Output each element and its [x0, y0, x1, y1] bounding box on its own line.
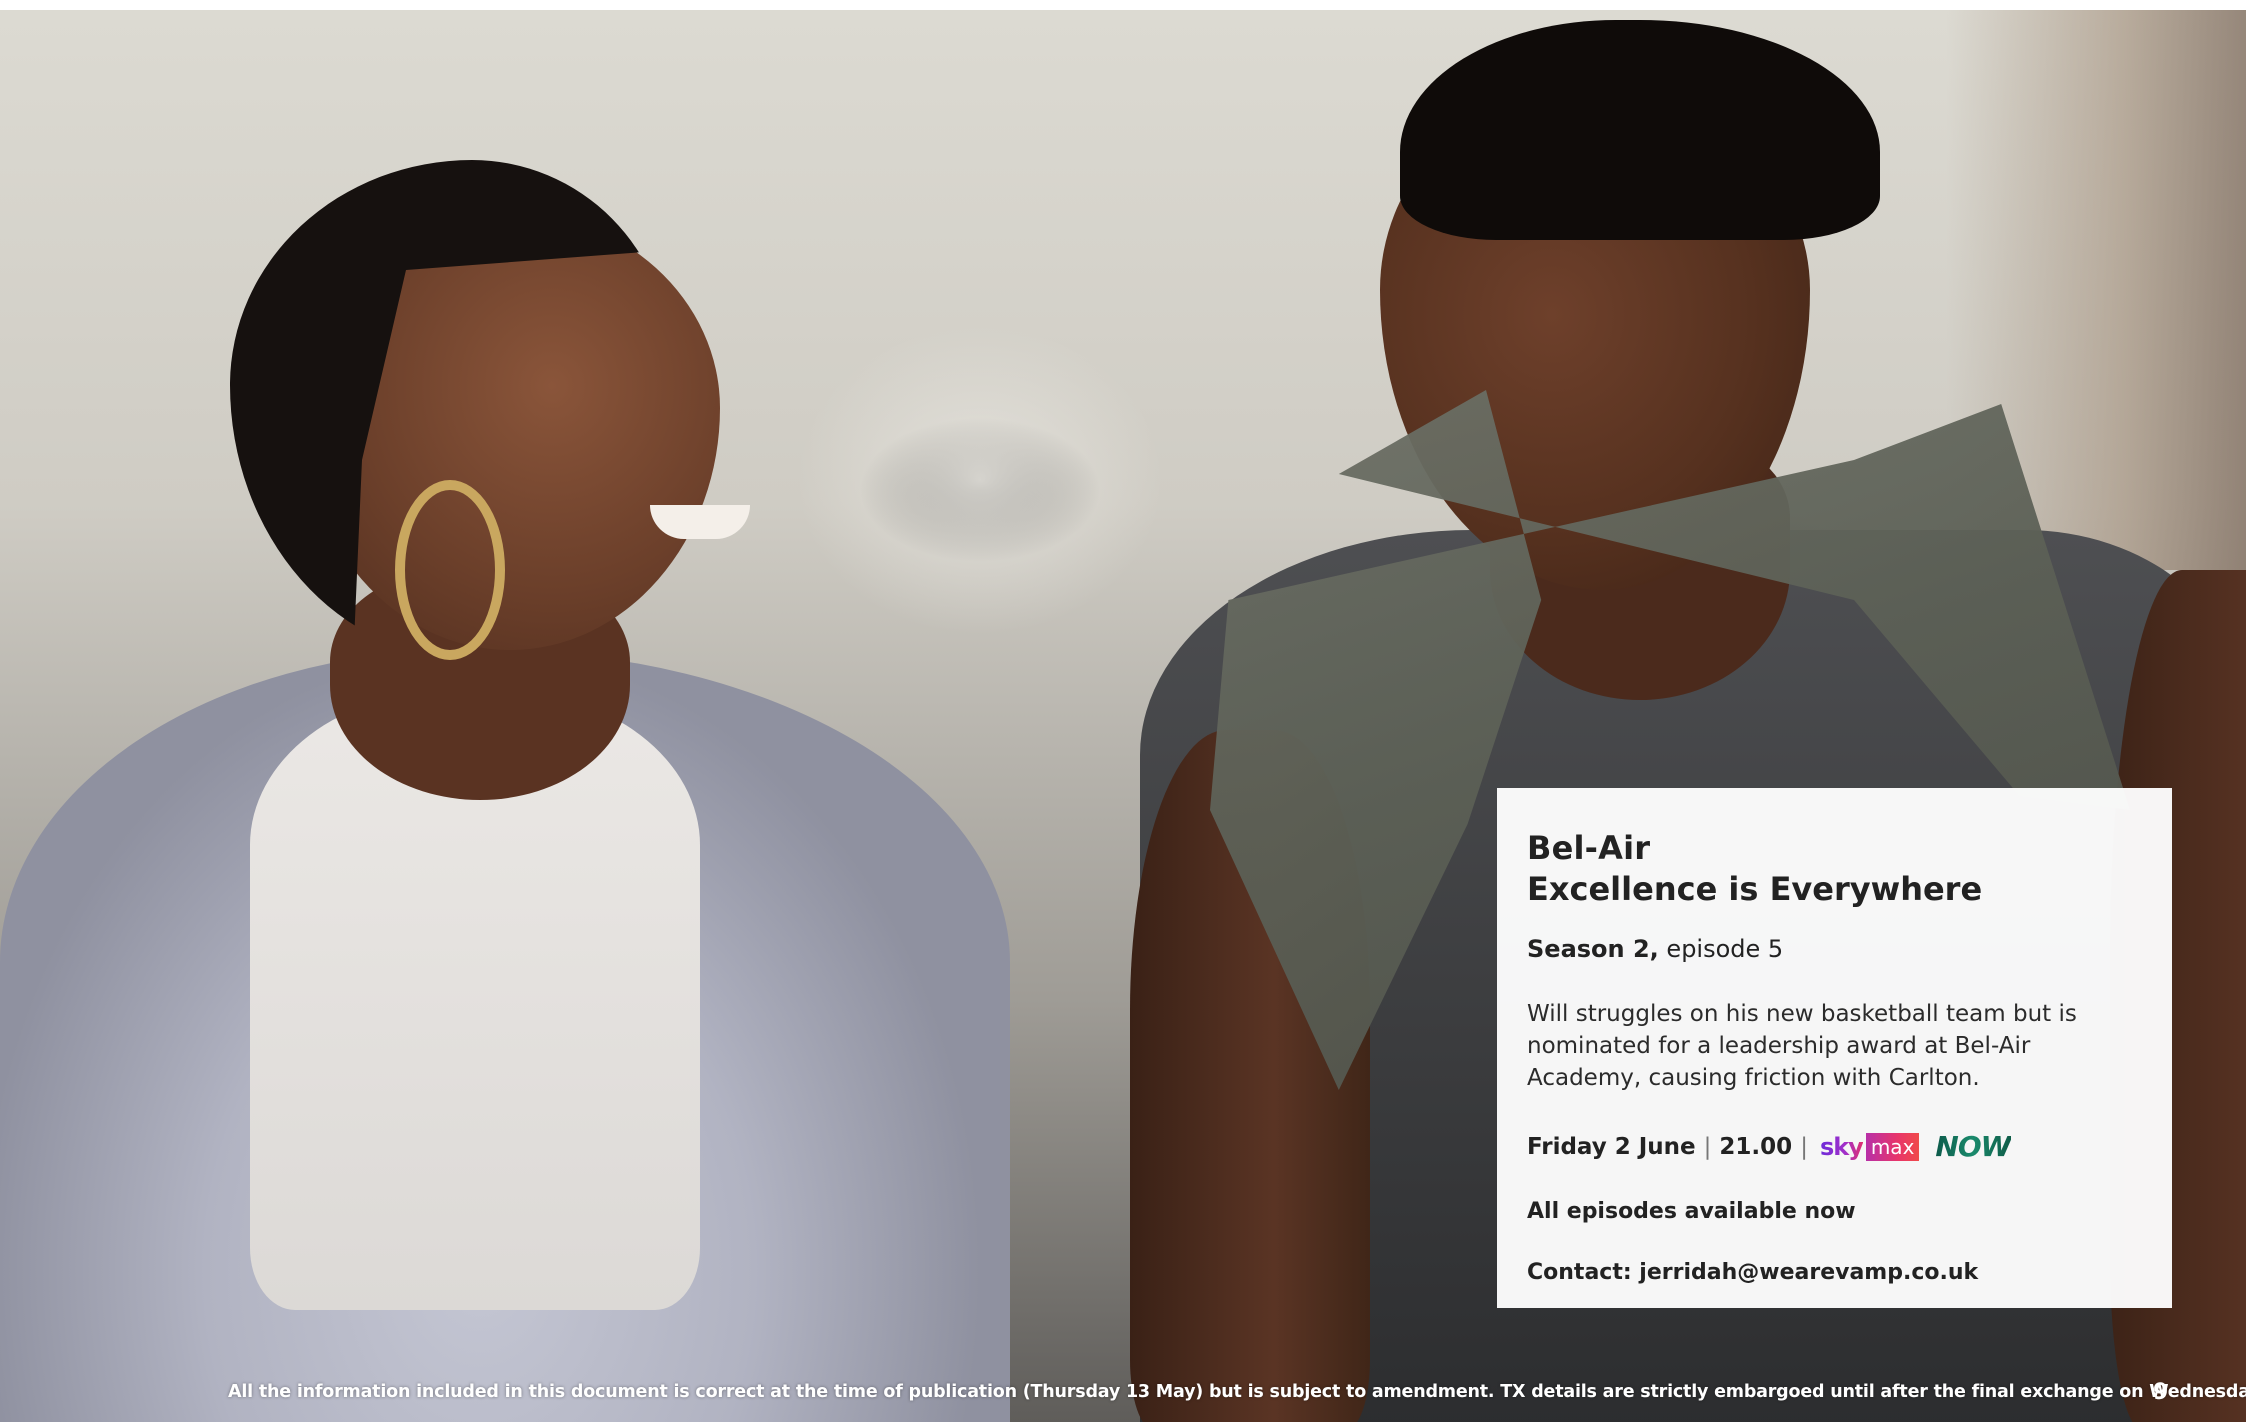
- programme-info-card: Bel-Air Excellence is Everywhere Season …: [1497, 788, 2172, 1308]
- episode-line: Season 2, episode 5: [1527, 934, 2142, 964]
- tx-time: 21.00: [1719, 1133, 1793, 1160]
- season-label: Season 2,: [1527, 935, 1659, 963]
- tx-date: Friday 2 June: [1527, 1133, 1696, 1160]
- sky-max-logo: sky max: [1819, 1132, 1920, 1162]
- contact-info: Contact: jerridah@wearevamp.co.uk: [1527, 1260, 1979, 1285]
- show-subtitle: Excellence is Everywhere: [1527, 870, 1983, 908]
- max-logo-badge: max: [1865, 1132, 1920, 1161]
- episode-synopsis: Will struggles on his new basketball tea…: [1527, 1001, 2077, 1091]
- sky-logo-text: sky: [1819, 1132, 1864, 1161]
- show-title: Bel-Air: [1527, 829, 1651, 867]
- now-logo: NOW: [1935, 1130, 2011, 1163]
- disclaimer-footer: All the information included in this doc…: [228, 1382, 2246, 1402]
- transmission-line: Friday 2 June | 21.00 | sky max NOW: [1527, 1130, 2142, 1163]
- separator: |: [1703, 1133, 1712, 1160]
- separator: |: [1800, 1133, 1808, 1160]
- document-page: Bel-Air Excellence is Everywhere Season …: [0, 10, 2246, 1422]
- availability-note: All episodes available now: [1527, 1199, 1856, 1224]
- page-number: 9: [2153, 1380, 2169, 1405]
- hoop-earring: [395, 480, 505, 660]
- episode-label: episode 5: [1658, 935, 1784, 963]
- man-hair: [1400, 20, 1880, 240]
